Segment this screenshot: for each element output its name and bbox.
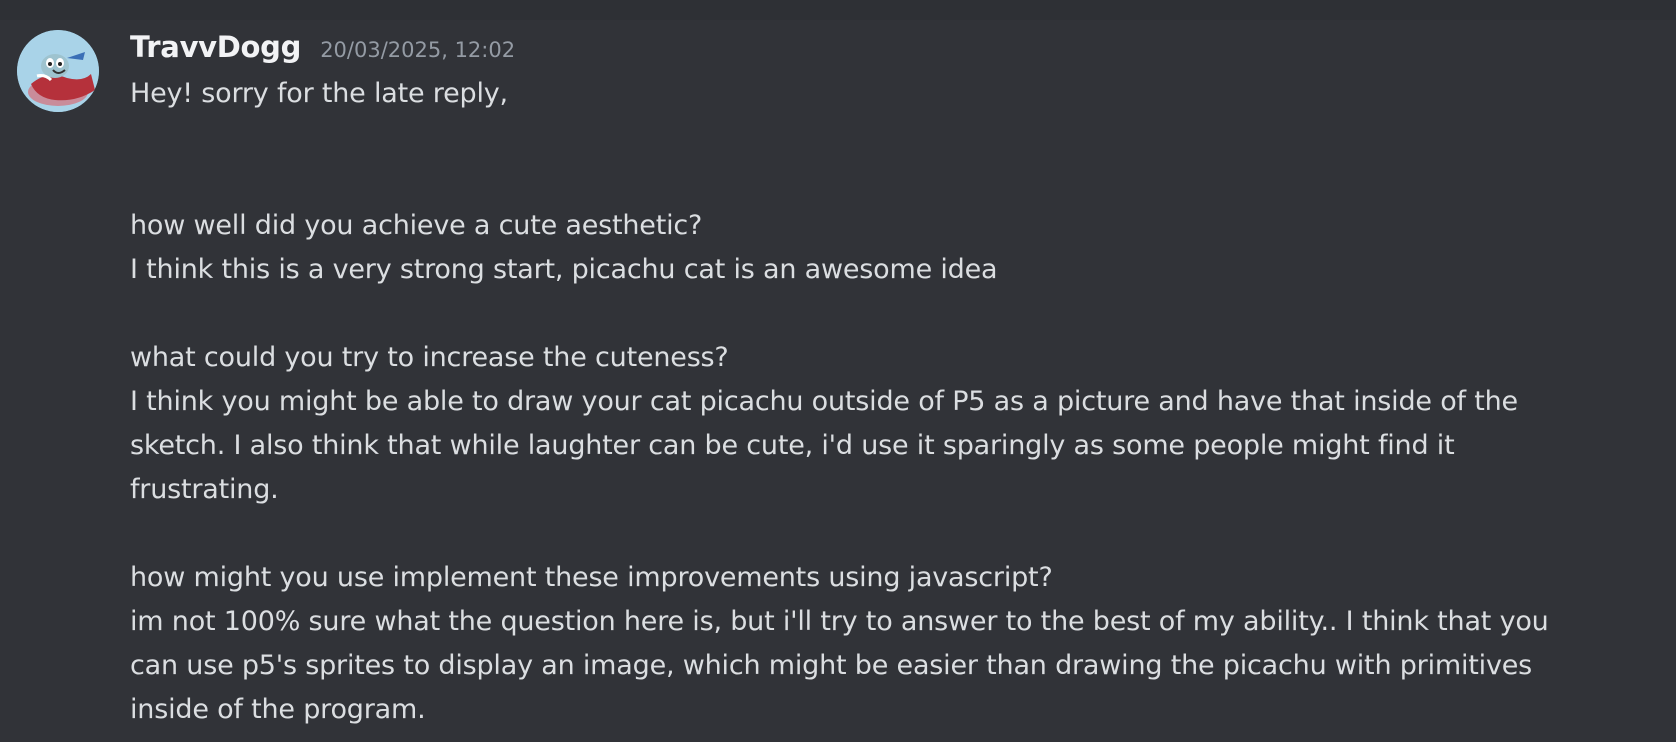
message-line (130, 160, 1660, 204)
message-line (130, 512, 1660, 556)
chat-message: TravvDogg 20/03/2025, 12:02 Hey! sorry f… (0, 20, 1676, 742)
message-line: what could you try to increase the cuten… (130, 342, 729, 373)
message-line: how might you use implement these improv… (130, 562, 1053, 593)
message-line: im not 100% sure what the question here … (130, 606, 1549, 637)
message-line: I think this is a very strong start, pic… (130, 254, 998, 285)
message-content: Hey! sorry for the late reply, how well … (130, 72, 1660, 732)
top-strip (0, 0, 1676, 20)
message-line (130, 116, 1660, 160)
timestamp[interactable]: 20/03/2025, 12:02 (320, 38, 515, 62)
avatar[interactable] (17, 30, 99, 112)
message-line: inside of the program. (130, 694, 426, 725)
message-line: Hey! sorry for the late reply, (130, 78, 508, 109)
message-line: how well did you achieve a cute aestheti… (130, 210, 703, 241)
message-line: frustrating. (130, 474, 279, 505)
message-line (130, 292, 1660, 336)
username[interactable]: TravvDogg (130, 30, 301, 64)
message-line: sketch. I also think that while laughter… (130, 430, 1455, 461)
message-line: can use p5's sprites to display an image… (130, 650, 1533, 681)
message-header: TravvDogg 20/03/2025, 12:02 (130, 30, 515, 70)
message-line: I think you might be able to draw your c… (130, 386, 1518, 417)
cartoon-character-avatar-icon (17, 30, 99, 112)
